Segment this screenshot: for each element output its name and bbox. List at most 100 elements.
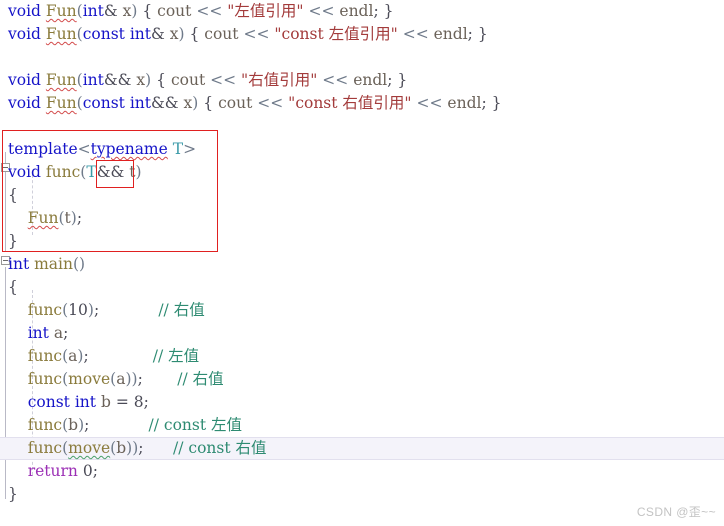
token-var-x: x (183, 94, 193, 112)
token-var-b: b (100, 393, 111, 411)
token-endl: endl (447, 94, 482, 112)
token-num-8: 8 (133, 393, 144, 411)
token-cout: cout (157, 2, 192, 20)
code-line-17[interactable]: func(move(a)); // 右值 (0, 368, 724, 391)
string-const-lvalue-ref: "const 左值引用" (274, 25, 398, 43)
semicolon-brace: ; } (373, 2, 394, 20)
brace-open: { (137, 2, 158, 20)
comment-lvalue: // 左值 (152, 347, 200, 365)
code-line-15[interactable]: int a; (0, 322, 724, 345)
token-var-a: a (53, 324, 64, 342)
code-line-13[interactable]: { (0, 276, 724, 299)
token-keyword-void: void (8, 71, 41, 89)
csdn-watermark: CSDN @歪~~ (636, 505, 716, 519)
token-shift: << (243, 25, 270, 43)
code-line-10[interactable]: Fun(t); (0, 207, 724, 230)
token-function-Fun: Fun (27, 209, 59, 227)
code-line-18[interactable]: const int b = 8; (0, 391, 724, 414)
token-keyword-void: void (8, 2, 41, 20)
code-line-7[interactable]: template<typename T> (0, 138, 724, 161)
code-line-4[interactable]: void Fun(int&& x) { cout << "右值引用" << en… (0, 69, 724, 92)
brace-open: { (151, 71, 171, 89)
token-amp: & (151, 25, 165, 43)
token-type-T: T (172, 140, 184, 158)
code-line-20-current[interactable]: func(move(b)); // const 右值 (0, 437, 724, 460)
token-function-func: func (27, 439, 63, 457)
token-keyword-int: int (82, 2, 104, 20)
code-line-1[interactable]: void Fun(int& x) { cout << "左值引用" << end… (0, 0, 724, 23)
code-line-2[interactable]: void Fun(const int& x) { cout << "const … (0, 23, 724, 46)
token-endl: endl (433, 25, 468, 43)
token-function-func: func (45, 163, 81, 181)
token-keyword-return: return (27, 462, 78, 480)
code-line-21[interactable]: return 0; (0, 460, 724, 483)
token-cout: cout (170, 71, 206, 89)
angle-open: < (77, 140, 91, 158)
code-editor[interactable]: void Fun(int& x) { cout << "左值引用" << end… (0, 0, 724, 526)
token-cout: cout (218, 94, 253, 112)
token-endl: endl (339, 2, 374, 20)
token-var-b: b (68, 416, 79, 434)
string-lvalue-ref: "左值引用" (227, 2, 304, 20)
token-endl: endl (353, 71, 388, 89)
token-keyword-const: const (82, 94, 125, 112)
code-line-5[interactable]: void Fun(const int&& x) { cout << "const… (0, 92, 724, 115)
semicolon-brace: ; } (467, 25, 488, 43)
code-line-8[interactable]: void func(T&& t) (0, 161, 724, 184)
code-line-12[interactable]: int main() (0, 253, 724, 276)
angle-close: > (183, 140, 197, 158)
token-keyword-int: int (74, 393, 97, 411)
token-keyword-const: const (82, 25, 125, 43)
token-function-func: func (27, 301, 63, 319)
paren-close: )) (125, 370, 138, 388)
paren-pair: () (73, 255, 86, 273)
paren-close: )) (126, 439, 139, 457)
token-function-Fun: Fun (45, 25, 77, 43)
semicolon: ; (63, 324, 69, 342)
comment-const-lvalue: // const 左值 (148, 416, 243, 434)
token-keyword-const: const (27, 393, 70, 411)
assign: = (110, 393, 134, 411)
code-content[interactable]: void Fun(int& x) { cout << "左值引用" << end… (0, 0, 724, 506)
token-function-Fun: Fun (45, 71, 77, 89)
code-line-6-blank[interactable] (0, 115, 724, 138)
token-shift: << (210, 71, 237, 89)
string-const-rvalue-ref: "const 右值引用" (288, 94, 412, 112)
token-keyword-void: void (8, 163, 41, 181)
token-shift: << (196, 2, 223, 20)
token-function-func: func (27, 416, 63, 434)
token-cout: cout (204, 25, 239, 43)
code-line-11[interactable]: } (0, 230, 724, 253)
code-line-16[interactable]: func(a); // 左值 (0, 345, 724, 368)
paren-close: ) (135, 163, 142, 181)
code-line-14[interactable]: func(10); // 右值 (0, 299, 724, 322)
comment-rvalue: // 右值 (177, 370, 224, 388)
code-line-22[interactable]: } (0, 483, 724, 506)
token-num-10: 10 (68, 301, 88, 319)
token-keyword-int: int (82, 71, 104, 89)
code-line-9[interactable]: { (0, 184, 724, 207)
token-keyword-void: void (8, 94, 41, 112)
semicolon-brace: ; } (481, 94, 502, 112)
token-shift: << (308, 2, 335, 20)
string-rvalue-ref: "右值引用" (241, 71, 318, 89)
token-function-main: main (34, 255, 73, 273)
brace-open-main: { (8, 278, 18, 296)
comment-rvalue: // 右值 (158, 301, 205, 319)
code-line-3-blank[interactable] (0, 46, 724, 69)
token-keyword-typename: typename (90, 140, 168, 158)
semicolon: ; (92, 462, 98, 480)
token-shift: << (322, 71, 349, 89)
brace-open: { (198, 94, 219, 112)
semicolon-brace: ; } (387, 71, 408, 89)
token-keyword-int: int (129, 94, 151, 112)
code-line-19[interactable]: func(b); // const 左值 (0, 414, 724, 437)
